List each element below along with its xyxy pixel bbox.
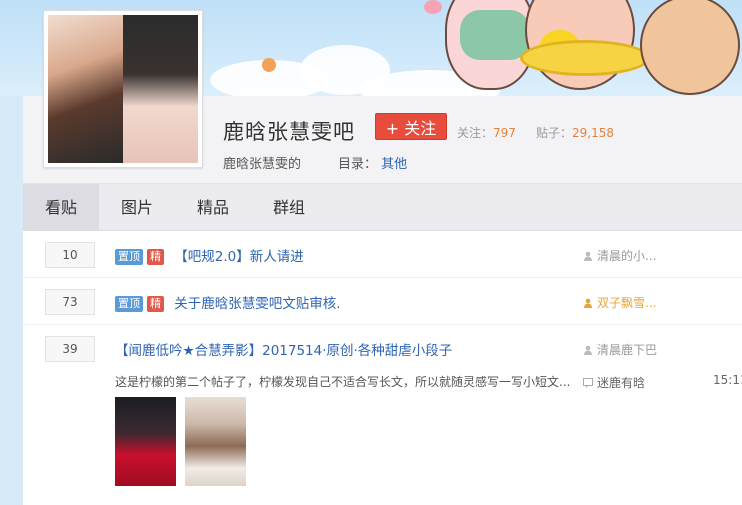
author-name: 清晨鹿下巴 (597, 343, 658, 357)
posts-count: 29,158 (572, 126, 615, 140)
forum-avatar[interactable] (43, 10, 203, 168)
avatar-photo-left (48, 15, 123, 163)
reply-count: 39 (45, 336, 95, 362)
thread-author[interactable]: 清晨鹿下巴 (583, 341, 657, 358)
last-reply-time: 15:11 (713, 373, 742, 387)
thread-list: 10 置顶精 【吧规2.0】新人请进 清晨的小... 73 置顶精 关于鹿晗张慧… (23, 231, 742, 505)
follow-button[interactable]: + 关注 (375, 113, 447, 140)
forum-directory: 目录： 其他 (338, 153, 407, 172)
thread-thumbnail[interactable] (185, 397, 246, 486)
author-name: 双子飘雪... (597, 296, 657, 310)
swim-ring-decoration (520, 40, 650, 76)
reply-count: 73 (45, 289, 95, 315)
thread-row: 10 置顶精 【吧规2.0】新人请进 清晨的小... (23, 231, 742, 278)
thread-title-line: 置顶精 【吧规2.0】新人请进 (115, 245, 304, 265)
thread-title-link[interactable]: 关于鹿晗张慧雯吧文贴审核. (174, 296, 340, 312)
pinned-badge: 置顶 (115, 296, 143, 312)
featured-badge: 精 (147, 296, 164, 312)
avatar-photo-right (123, 15, 198, 163)
thread-author[interactable]: 清晨的小... (583, 247, 656, 264)
orange-dot-decoration (262, 58, 276, 72)
follow-count: 797 (493, 126, 516, 140)
thread-row: 73 置顶精 关于鹿晗张慧雯吧文贴审核. 双子飘雪... (23, 278, 742, 325)
tab-posts[interactable]: 看贴 (23, 184, 99, 231)
posts-stat-label: 贴子： (536, 126, 573, 140)
thread-title-link[interactable]: 【闻鹿低吟★合慧弄影】2017514·原创·各种甜虐小段子 (115, 339, 452, 359)
last-reply-author[interactable]: 迷鹿有晗 (583, 374, 645, 391)
thread-title-link[interactable]: 【吧规2.0】新人请进 (174, 249, 303, 265)
tab-images[interactable]: 图片 (99, 184, 175, 231)
thread-abstract: 这是柠檬的第二个帖子了，柠檬发现自己不适合写长文，所以就随灵感写一写小短文... (115, 375, 571, 389)
forum-title[interactable]: 鹿晗张慧雯吧 (223, 116, 355, 146)
thread-title-line: 置顶精 关于鹿晗张慧雯吧文贴审核. (115, 292, 341, 312)
forum-subtitle: 鹿晗张慧雯的 (223, 157, 302, 172)
directory-label: 目录： (338, 157, 378, 172)
last-reply-name: 迷鹿有晗 (597, 376, 646, 390)
user-icon (584, 345, 592, 355)
user-icon (584, 251, 592, 261)
directory-link[interactable]: 其他 (381, 157, 407, 172)
comment-icon (583, 377, 593, 388)
featured-badge: 精 (147, 249, 164, 265)
follow-stat-label: 关注： (457, 126, 494, 140)
cartoon-green-shirt (460, 10, 530, 60)
tab-featured[interactable]: 精品 (175, 184, 251, 231)
bear-character (640, 0, 740, 95)
thread-author[interactable]: 双子飘雪... (583, 294, 656, 311)
pinned-badge: 置顶 (115, 249, 143, 265)
tab-groups[interactable]: 群组 (251, 184, 327, 231)
posts-stat: 贴子：29,158 (536, 124, 614, 141)
forum-tabs: 看贴 图片 精品 群组 (23, 184, 742, 231)
thread-thumbnail[interactable] (115, 397, 176, 486)
follow-stat: 关注：797 (457, 124, 516, 141)
user-icon (584, 298, 592, 308)
reply-count: 10 (45, 242, 95, 268)
author-name: 清晨的小... (597, 249, 657, 263)
flower-decoration (424, 0, 442, 14)
